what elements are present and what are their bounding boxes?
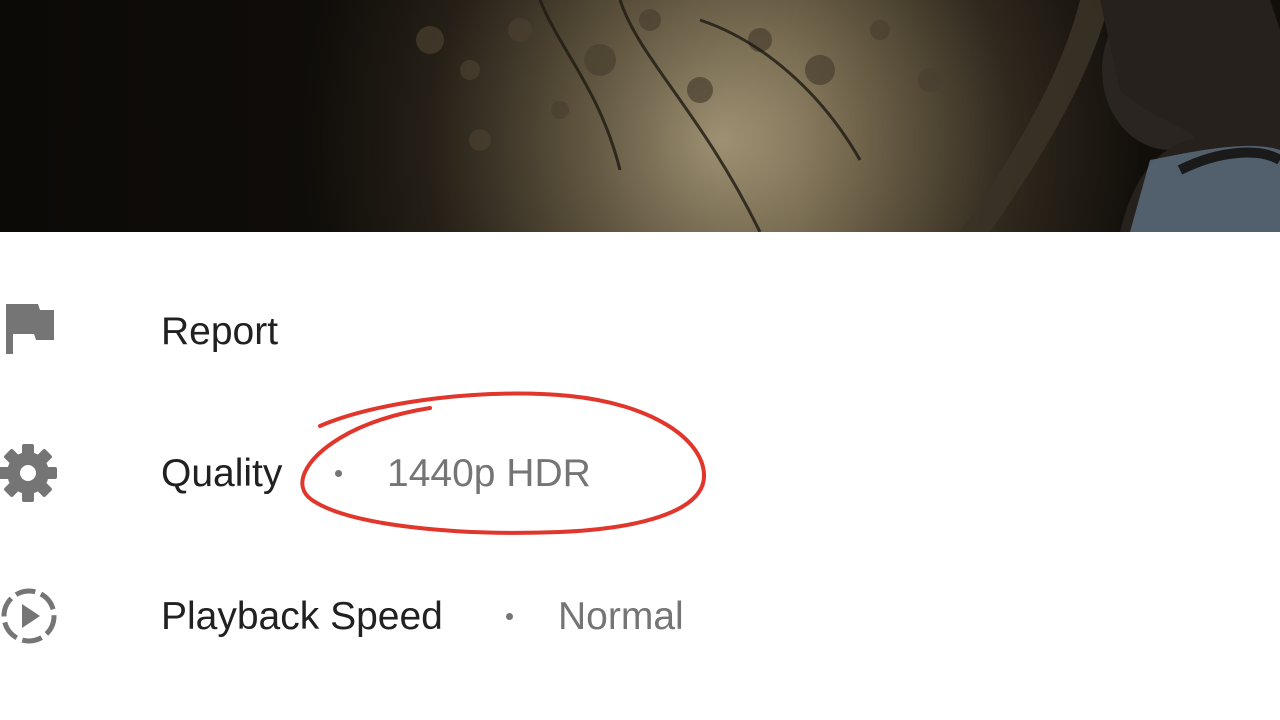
flag-icon bbox=[0, 296, 60, 356]
menu-item-label: Quality bbox=[161, 452, 283, 495]
menu-item-label: Report bbox=[161, 310, 279, 353]
video-options-menu: Report Quality 1440p HDR Playback Speed … bbox=[0, 232, 1280, 720]
menu-item-playback-speed[interactable]: Playback Speed Normal bbox=[0, 557, 1280, 677]
playback-speed-value: Normal bbox=[558, 595, 684, 638]
video-player[interactable] bbox=[0, 0, 1280, 232]
menu-item-label: Playback Speed bbox=[161, 595, 443, 638]
menu-item-report[interactable]: Report bbox=[0, 272, 1280, 392]
quality-value: 1440p HDR bbox=[387, 452, 591, 495]
separator-dot bbox=[506, 613, 513, 620]
separator-dot bbox=[335, 470, 342, 477]
video-frame bbox=[0, 0, 1280, 232]
gear-icon bbox=[0, 443, 60, 503]
menu-item-quality[interactable]: Quality 1440p HDR bbox=[0, 414, 1280, 534]
playback-speed-icon bbox=[0, 586, 60, 646]
